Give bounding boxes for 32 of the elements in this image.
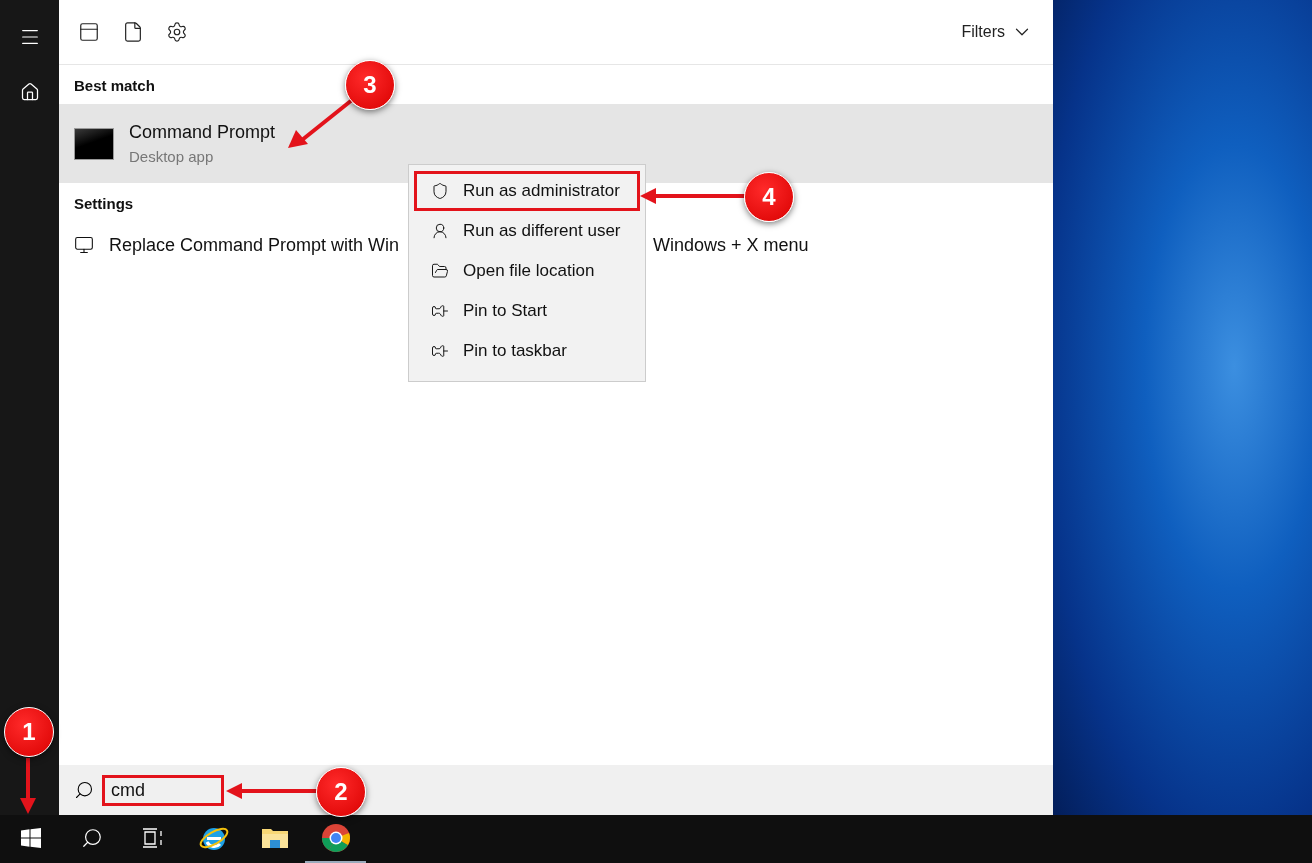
monitor-icon [74,235,94,255]
section-heading: Settings [74,195,134,212]
setting-title: Replace Command Prompt with Win [109,234,401,256]
search-icon [80,827,103,849]
home-icon[interactable] [19,82,40,102]
shield-icon [431,182,449,200]
search-icon [74,780,94,800]
section-heading: Best match [74,77,155,94]
filters-button[interactable]: Filters [961,21,1033,43]
menu-item[interactable]: Open file location [414,251,640,291]
folder-icon [260,826,289,850]
settings-icon[interactable] [166,21,188,43]
news-icon[interactable] [78,21,100,43]
menu-item[interactable]: Pin to taskbar [414,331,640,371]
windows-logo-icon [20,828,41,848]
result-subtitle: Desktop app [129,148,215,165]
task-view-icon [141,828,164,848]
chrome-icon [320,823,351,853]
pin-icon [431,342,449,360]
annotation-arrow [20,758,36,814]
menu-item[interactable]: Pin to Start [414,291,640,331]
menu-item[interactable]: Run as different user [414,211,640,251]
folder-icon [431,262,449,280]
result-title: Command Prompt [129,122,276,143]
search-field[interactable]: cmd [102,774,224,806]
menu-item[interactable]: Run as administrator [414,171,640,211]
setting-title: Windows + X menu [653,234,810,256]
result-row[interactable]: Command Prompt Desktop app [59,104,1053,183]
user-icon [431,222,449,240]
pin-icon [431,302,449,320]
terminal-icon [74,127,114,160]
document-icon[interactable] [122,21,144,43]
